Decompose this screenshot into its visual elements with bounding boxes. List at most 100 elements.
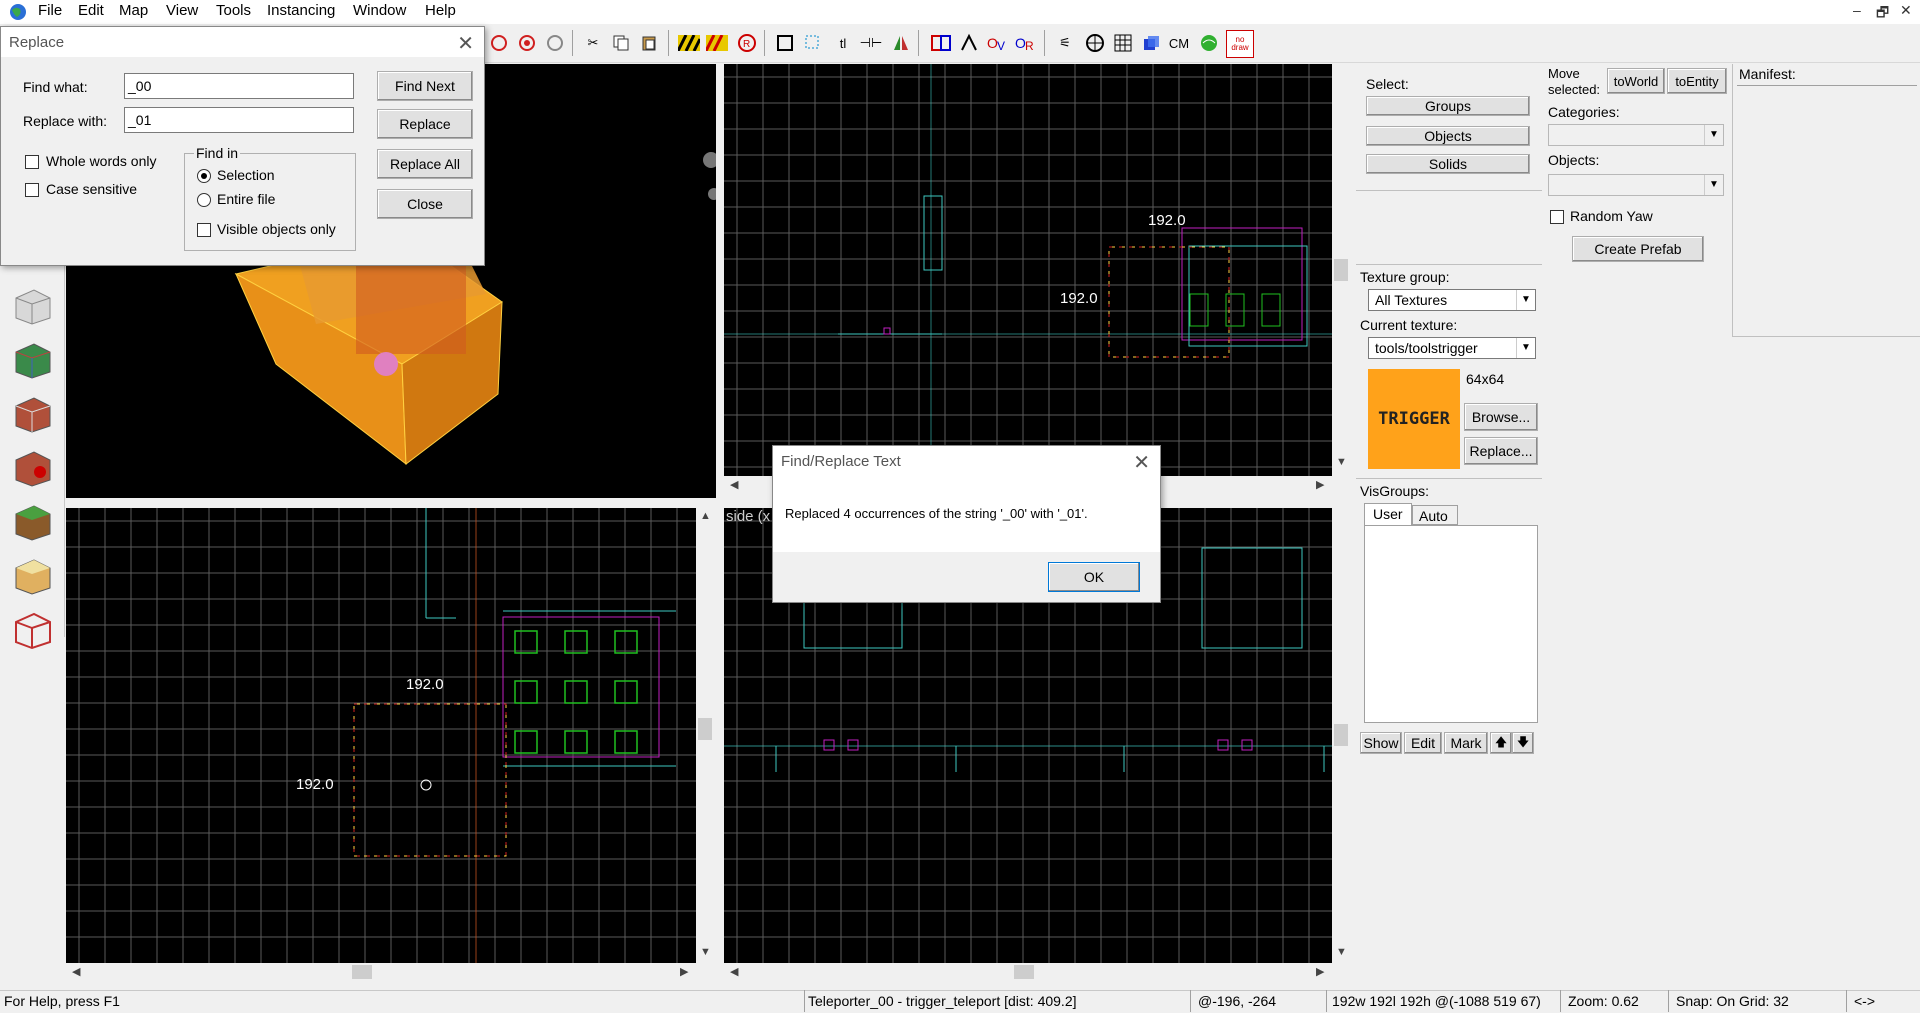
cut-icon[interactable]: ✂ xyxy=(580,30,606,56)
selection-radio[interactable] xyxy=(197,169,211,183)
visgroups-edit-button[interactable]: Edit xyxy=(1404,732,1442,754)
entity-marker xyxy=(514,630,538,654)
visgroups-show-button[interactable]: Show xyxy=(1360,732,1402,754)
toolbar-carve-icon[interactable] xyxy=(486,30,512,56)
categories-dropdown[interactable]: ▼ xyxy=(1548,124,1724,146)
case-sensitive-checkbox[interactable] xyxy=(25,183,39,197)
select-panel: Select: Groups Objects Solids xyxy=(1356,64,1542,191)
menu-edit[interactable]: Edit xyxy=(78,2,104,19)
viewport-front-vscroll[interactable]: ▲ ▼ xyxy=(696,508,714,963)
menu-instancing[interactable]: Instancing xyxy=(267,2,335,19)
clip-tool-icon[interactable]: ⚟ xyxy=(1052,30,1078,56)
green-globe-icon[interactable] xyxy=(1196,30,1222,56)
texture-group-dropdown[interactable]: All Textures ▼ xyxy=(1368,289,1536,311)
align-tool-icon[interactable]: ⊣⊢ xyxy=(858,30,884,56)
toolbar-hollow-icon[interactable] xyxy=(514,30,540,56)
random-yaw-label: Random Yaw xyxy=(1570,208,1653,224)
restore-button[interactable]: 🗗 xyxy=(1876,2,1889,26)
menu-window[interactable]: Window xyxy=(353,2,406,19)
decal-tool-icon[interactable]: OR xyxy=(1012,30,1038,56)
to-entity-button[interactable]: toEntity xyxy=(1667,68,1727,94)
viewport-side-hscroll[interactable]: ◀ ▶ xyxy=(724,963,1332,981)
viewport-side-vscroll[interactable]: ▼ xyxy=(1332,508,1350,963)
tab-auto[interactable]: Auto xyxy=(1412,505,1458,525)
current-texture-label: Current texture: xyxy=(1360,317,1458,333)
cube-white-icon[interactable] xyxy=(8,280,56,328)
find-next-button[interactable]: Find Next xyxy=(377,71,473,101)
close-icon[interactable]: ✕ xyxy=(457,31,474,56)
visible-only-checkbox[interactable] xyxy=(197,223,211,237)
ok-button[interactable]: OK xyxy=(1048,562,1140,592)
group-select-icon[interactable] xyxy=(928,30,954,56)
menu-view[interactable]: View xyxy=(166,2,198,19)
cube-sand-icon[interactable] xyxy=(8,550,56,598)
create-prefab-button[interactable]: Create Prefab xyxy=(1572,236,1704,262)
overlay-tool-icon[interactable] xyxy=(1082,30,1108,56)
cube-wireframe-icon[interactable] xyxy=(8,604,56,652)
arrow-up-icon[interactable]: 🡅 xyxy=(1490,732,1512,754)
viewport-top[interactable]: 192.0 192.0 xyxy=(724,64,1332,476)
selection-tool-icon[interactable] xyxy=(772,30,798,56)
menu-help[interactable]: Help xyxy=(425,2,456,19)
radius-r-icon[interactable]: R xyxy=(734,30,760,56)
grid-tool-icon[interactable] xyxy=(1110,30,1136,56)
select-solids-button[interactable]: Solids xyxy=(1366,154,1530,174)
select-objects-button[interactable]: Objects xyxy=(1366,126,1530,146)
replace-button[interactable]: Replace xyxy=(377,109,473,139)
whole-words-checkbox[interactable] xyxy=(25,155,39,169)
texture-lock-icon[interactable]: tl xyxy=(830,30,856,56)
status-size: 192w 192l 192h @(-1088 519 67) xyxy=(1332,993,1541,1009)
select-groups-button[interactable]: Groups xyxy=(1366,96,1530,116)
menu-file[interactable]: File xyxy=(38,2,62,19)
current-texture-dropdown[interactable]: tools/toolstrigger ▼ xyxy=(1368,337,1536,359)
paste-icon[interactable] xyxy=(636,30,662,56)
viewport-front-hscroll[interactable]: ◀ ▶ xyxy=(66,963,696,981)
vertex-tool-icon[interactable] xyxy=(956,30,982,56)
replace-dialog-titlebar[interactable]: Replace ✕ xyxy=(1,27,484,57)
menu-tools[interactable]: Tools xyxy=(216,2,251,19)
flip-tool-icon[interactable] xyxy=(888,30,914,56)
replace-with-input[interactable]: _01 xyxy=(124,107,354,133)
viewport-top-vscroll[interactable]: ▼ xyxy=(1332,64,1350,476)
cube-blue-icon[interactable] xyxy=(1138,30,1164,56)
toolbar-group-icon[interactable] xyxy=(542,30,568,56)
visgroups-list[interactable] xyxy=(1364,525,1538,723)
entity-marker xyxy=(514,680,538,704)
entire-file-radio[interactable] xyxy=(197,193,211,207)
replace-all-button[interactable]: Replace All xyxy=(377,149,473,179)
entity-tool-icon[interactable]: OV xyxy=(984,30,1010,56)
menu-map[interactable]: Map xyxy=(119,2,148,19)
viewport-front[interactable]: 192.0 192.0 xyxy=(66,508,696,963)
cube-grass-icon[interactable] xyxy=(8,496,56,544)
status-divider xyxy=(1326,990,1327,1012)
visgroups-mark-button[interactable]: Mark xyxy=(1444,732,1488,754)
to-world-button[interactable]: toWorld xyxy=(1607,68,1665,94)
arrow-down-icon[interactable]: 🡇 xyxy=(1512,732,1534,754)
cube-textured-icon[interactable] xyxy=(8,334,56,382)
hazard-red-icon[interactable] xyxy=(704,30,730,56)
objects-dropdown[interactable]: ▼ xyxy=(1548,174,1724,196)
magnify-tool-icon[interactable] xyxy=(800,30,826,56)
copy-icon[interactable] xyxy=(608,30,634,56)
chevron-down-icon: ▼ xyxy=(1704,175,1723,195)
cube-brick-icon[interactable] xyxy=(8,388,56,436)
texture-preview[interactable]: TRIGGER xyxy=(1368,369,1460,469)
close-icon[interactable]: ✕ xyxy=(1133,450,1150,475)
status-selection: Teleporter_00 - trigger_teleport [dist: … xyxy=(808,993,1077,1009)
close-window-button[interactable]: ✕ xyxy=(1900,2,1912,19)
objects-label: Objects: xyxy=(1548,152,1600,168)
app-globe-icon[interactable] xyxy=(8,2,28,22)
texture-replace-button[interactable]: Replace... xyxy=(1464,437,1538,465)
browse-button[interactable]: Browse... xyxy=(1464,403,1538,431)
tab-user[interactable]: User xyxy=(1364,503,1412,525)
nodraw-icon[interactable]: no draw xyxy=(1226,30,1254,58)
find-what-input[interactable]: _00 xyxy=(124,73,354,99)
cordon-tool-icon[interactable]: CM xyxy=(1166,30,1192,56)
minimize-button[interactable]: – xyxy=(1853,2,1861,18)
hazard-stripe-icon[interactable] xyxy=(676,30,702,56)
cube-decal-icon[interactable] xyxy=(8,442,56,490)
close-button[interactable]: Close xyxy=(377,189,473,219)
top-geometry xyxy=(724,64,1332,476)
move-panel: Move selected: toWorld toEntity Categori… xyxy=(1544,64,1730,269)
random-yaw-checkbox[interactable] xyxy=(1550,210,1564,224)
